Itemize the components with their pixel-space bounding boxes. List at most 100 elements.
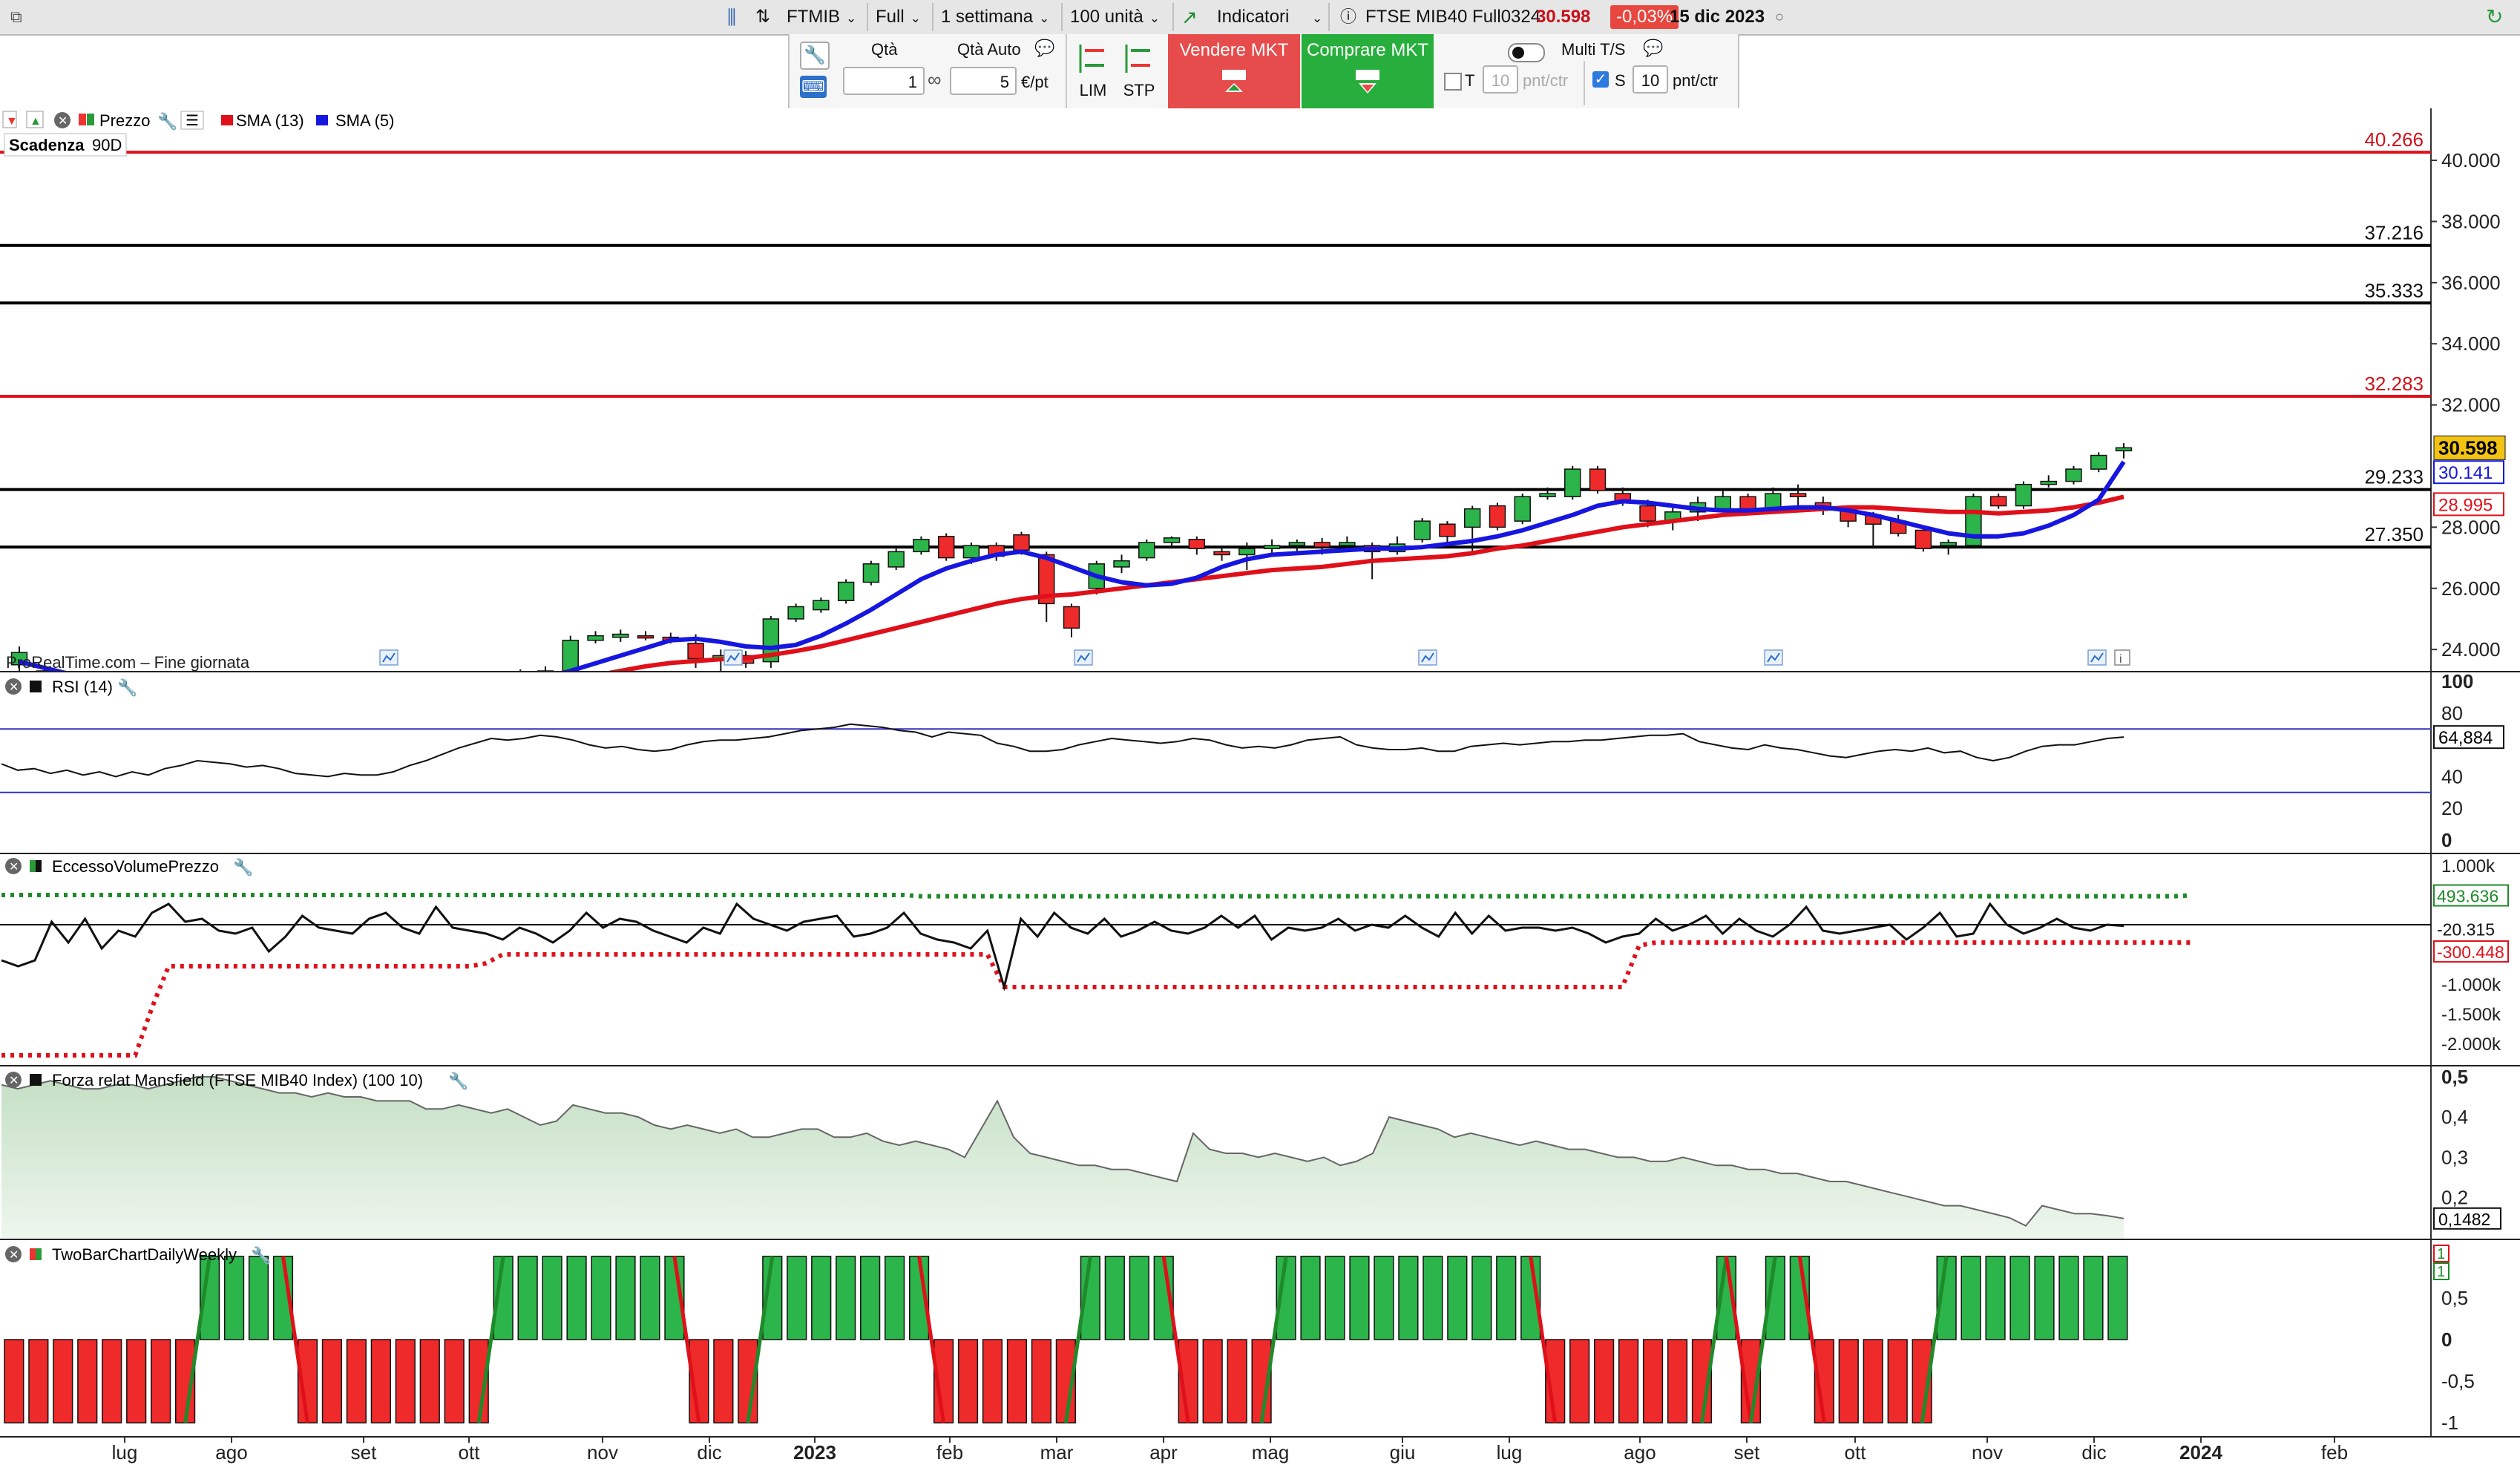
wrench-icon[interactable]: 🔧 [448, 1071, 468, 1090]
twobar-negative-bar [1667, 1339, 1688, 1423]
twobar-negative-bar [1569, 1339, 1590, 1423]
time-tick-label: lug [112, 1441, 138, 1464]
info-icon[interactable]: ⓘ [1340, 4, 1356, 30]
twobar-tick-label: 0 [2441, 1328, 2452, 1351]
time-tick-label: ott [1845, 1441, 1867, 1464]
indicators-dropdown-button[interactable]: ⌄ [1306, 4, 1322, 30]
t-input[interactable]: 10 [1483, 65, 1518, 94]
mansfield-legend: ✕ Forza relat Mansfield (FTSE MIB40 Inde… [5, 1071, 468, 1090]
last-price-label: 30.598 [2438, 436, 2498, 459]
t-unit-label: pnt/ctr [1523, 71, 1569, 90]
candle-body [2090, 454, 2107, 470]
symbol-dropdown[interactable]: FTMIB ⌄ [787, 4, 856, 30]
wrench-icon[interactable]: 🔧 [157, 111, 177, 131]
sma13-color-swatch [221, 115, 233, 125]
sma5-color-swatch [316, 115, 328, 125]
twobar-positive-bar [787, 1256, 807, 1340]
keyboard-icon[interactable]: ⌨ [800, 76, 827, 98]
candle-body [587, 635, 604, 641]
price-tick-label: 28.000 [2441, 516, 2501, 538]
candle-body [1188, 539, 1206, 549]
refresh-icon[interactable]: ↻ [2486, 4, 2503, 30]
change-badge: -0,03% [1610, 5, 1679, 29]
twobar-positive-bar [1960, 1256, 1981, 1340]
candle-body [337, 685, 352, 688]
sync-icon[interactable]: ⇅ [755, 4, 770, 30]
qty-input[interactable]: 1 [843, 67, 925, 95]
twobar-negative-bar [370, 1339, 391, 1423]
twobar-negative-bar [713, 1339, 734, 1423]
twobar-positive-bar [640, 1256, 660, 1340]
stop-order-button[interactable]: STP [1120, 40, 1158, 104]
time-tick-label: feb [2321, 1441, 2348, 1464]
help-bubble-icon[interactable]: 💬 [1034, 39, 1054, 58]
twobar-negative-bar [1006, 1339, 1028, 1423]
twobar-positive-bar [1423, 1256, 1443, 1340]
wrench-icon[interactable]: 🔧 [117, 678, 137, 697]
mansfield-tick-label: 0,2 [2441, 1187, 2468, 1209]
help-bubble-icon[interactable]: 💬 [1643, 39, 1663, 58]
t-checkbox[interactable] [1444, 73, 1462, 91]
multi-toggle[interactable] [1508, 43, 1545, 62]
wrench-icon[interactable]: 🔧 [800, 42, 830, 70]
volume-line [1, 902, 2124, 992]
twobar-negative-bar [321, 1339, 343, 1423]
timeframe-dropdown[interactable]: 1 settimana ⌄ [941, 4, 1049, 30]
buy-market-button[interactable]: Comprare MKT [1302, 34, 1434, 108]
wrench-icon[interactable]: 🔧 [233, 857, 253, 876]
volume-excess-pane: 1.000k-1.000k-1.500k-2.000k500.000493.63… [0, 856, 2509, 1058]
qty-auto-input[interactable]: 5 [950, 67, 1017, 95]
sma5-value-label: 30.141 [2438, 463, 2493, 483]
volume-legend-label: EccessoVolumePrezzo [52, 857, 219, 876]
chart-area[interactable]: 40.266 37.216 35.333 32.283 29.233 27.350 40.… [0, 108, 2520, 1465]
chevron-down-icon: ⌄ [910, 11, 921, 25]
price-tick-label: 24.000 [2441, 638, 2501, 661]
twobar-value-label: 1 [2437, 1264, 2445, 1280]
price-legend-label: Prezzo [99, 111, 150, 130]
twobar-negative-bar [1618, 1339, 1639, 1423]
twobar-negative-bar [1594, 1339, 1615, 1423]
sell-market-button[interactable]: Vendere MKT [1168, 34, 1300, 108]
candle-body [913, 539, 930, 553]
candle-body [513, 674, 528, 677]
wrench-icon[interactable]: 🔧 [251, 1245, 271, 1265]
candle-body [137, 689, 152, 694]
candle-body [1313, 542, 1330, 548]
horizontal-level-label: 40.266 [2364, 128, 2424, 151]
twobar-negative-bar [4, 1339, 24, 1423]
horizontal-level-label: 29.233 [2364, 466, 2424, 488]
candle-body [162, 691, 177, 694]
link-icon[interactable]: ∞ [928, 68, 942, 91]
last-price: 30.598 [1536, 7, 1591, 27]
candle-body [1489, 505, 1506, 528]
candle-body [1013, 534, 1030, 551]
candle-body [862, 563, 880, 583]
buy-arrow-icon [1356, 70, 1379, 94]
candle-body [2040, 480, 2057, 485]
candle-body [1213, 551, 1230, 556]
separator [867, 3, 868, 31]
s-checkbox[interactable]: ✓ [1592, 71, 1609, 88]
twobar-negative-bar [1202, 1339, 1223, 1423]
window-restore-icon[interactable]: ⧉ [10, 4, 22, 30]
candle-body [1564, 468, 1581, 497]
limit-order-button[interactable]: LIM [1074, 40, 1112, 104]
candle-body [962, 545, 980, 559]
chart-type-icon[interactable]: ⫼ [727, 4, 736, 30]
s-input[interactable]: 10 [1633, 65, 1668, 94]
units-dropdown[interactable]: 100 unità ⌄ [1070, 4, 1160, 30]
candle-body [2065, 468, 2082, 482]
volume-lower-label: -300.448 [2437, 943, 2504, 962]
volume-color-swatch [36, 860, 42, 872]
twobar-negative-bar [1031, 1339, 1052, 1423]
candle-body [813, 600, 830, 611]
candle-body [362, 686, 378, 689]
timeframe-label: 1 settimana [941, 7, 1034, 27]
mode-dropdown[interactable]: Full ⌄ [876, 4, 921, 30]
expiry-value: 90D [92, 136, 122, 154]
indicators-menu[interactable]: Indicatori [1217, 4, 1289, 30]
indicators-label: Indicatori [1217, 7, 1290, 27]
mansfield-tick-label: 0,3 [2441, 1146, 2468, 1168]
quote-date: 15 dic 2023 [1670, 7, 1765, 27]
top-toolbar: ⧉ ⫼ ⇅ FTMIB ⌄ Full ⌄ 1 settimana ⌄ 100 unit… [0, 0, 2520, 36]
